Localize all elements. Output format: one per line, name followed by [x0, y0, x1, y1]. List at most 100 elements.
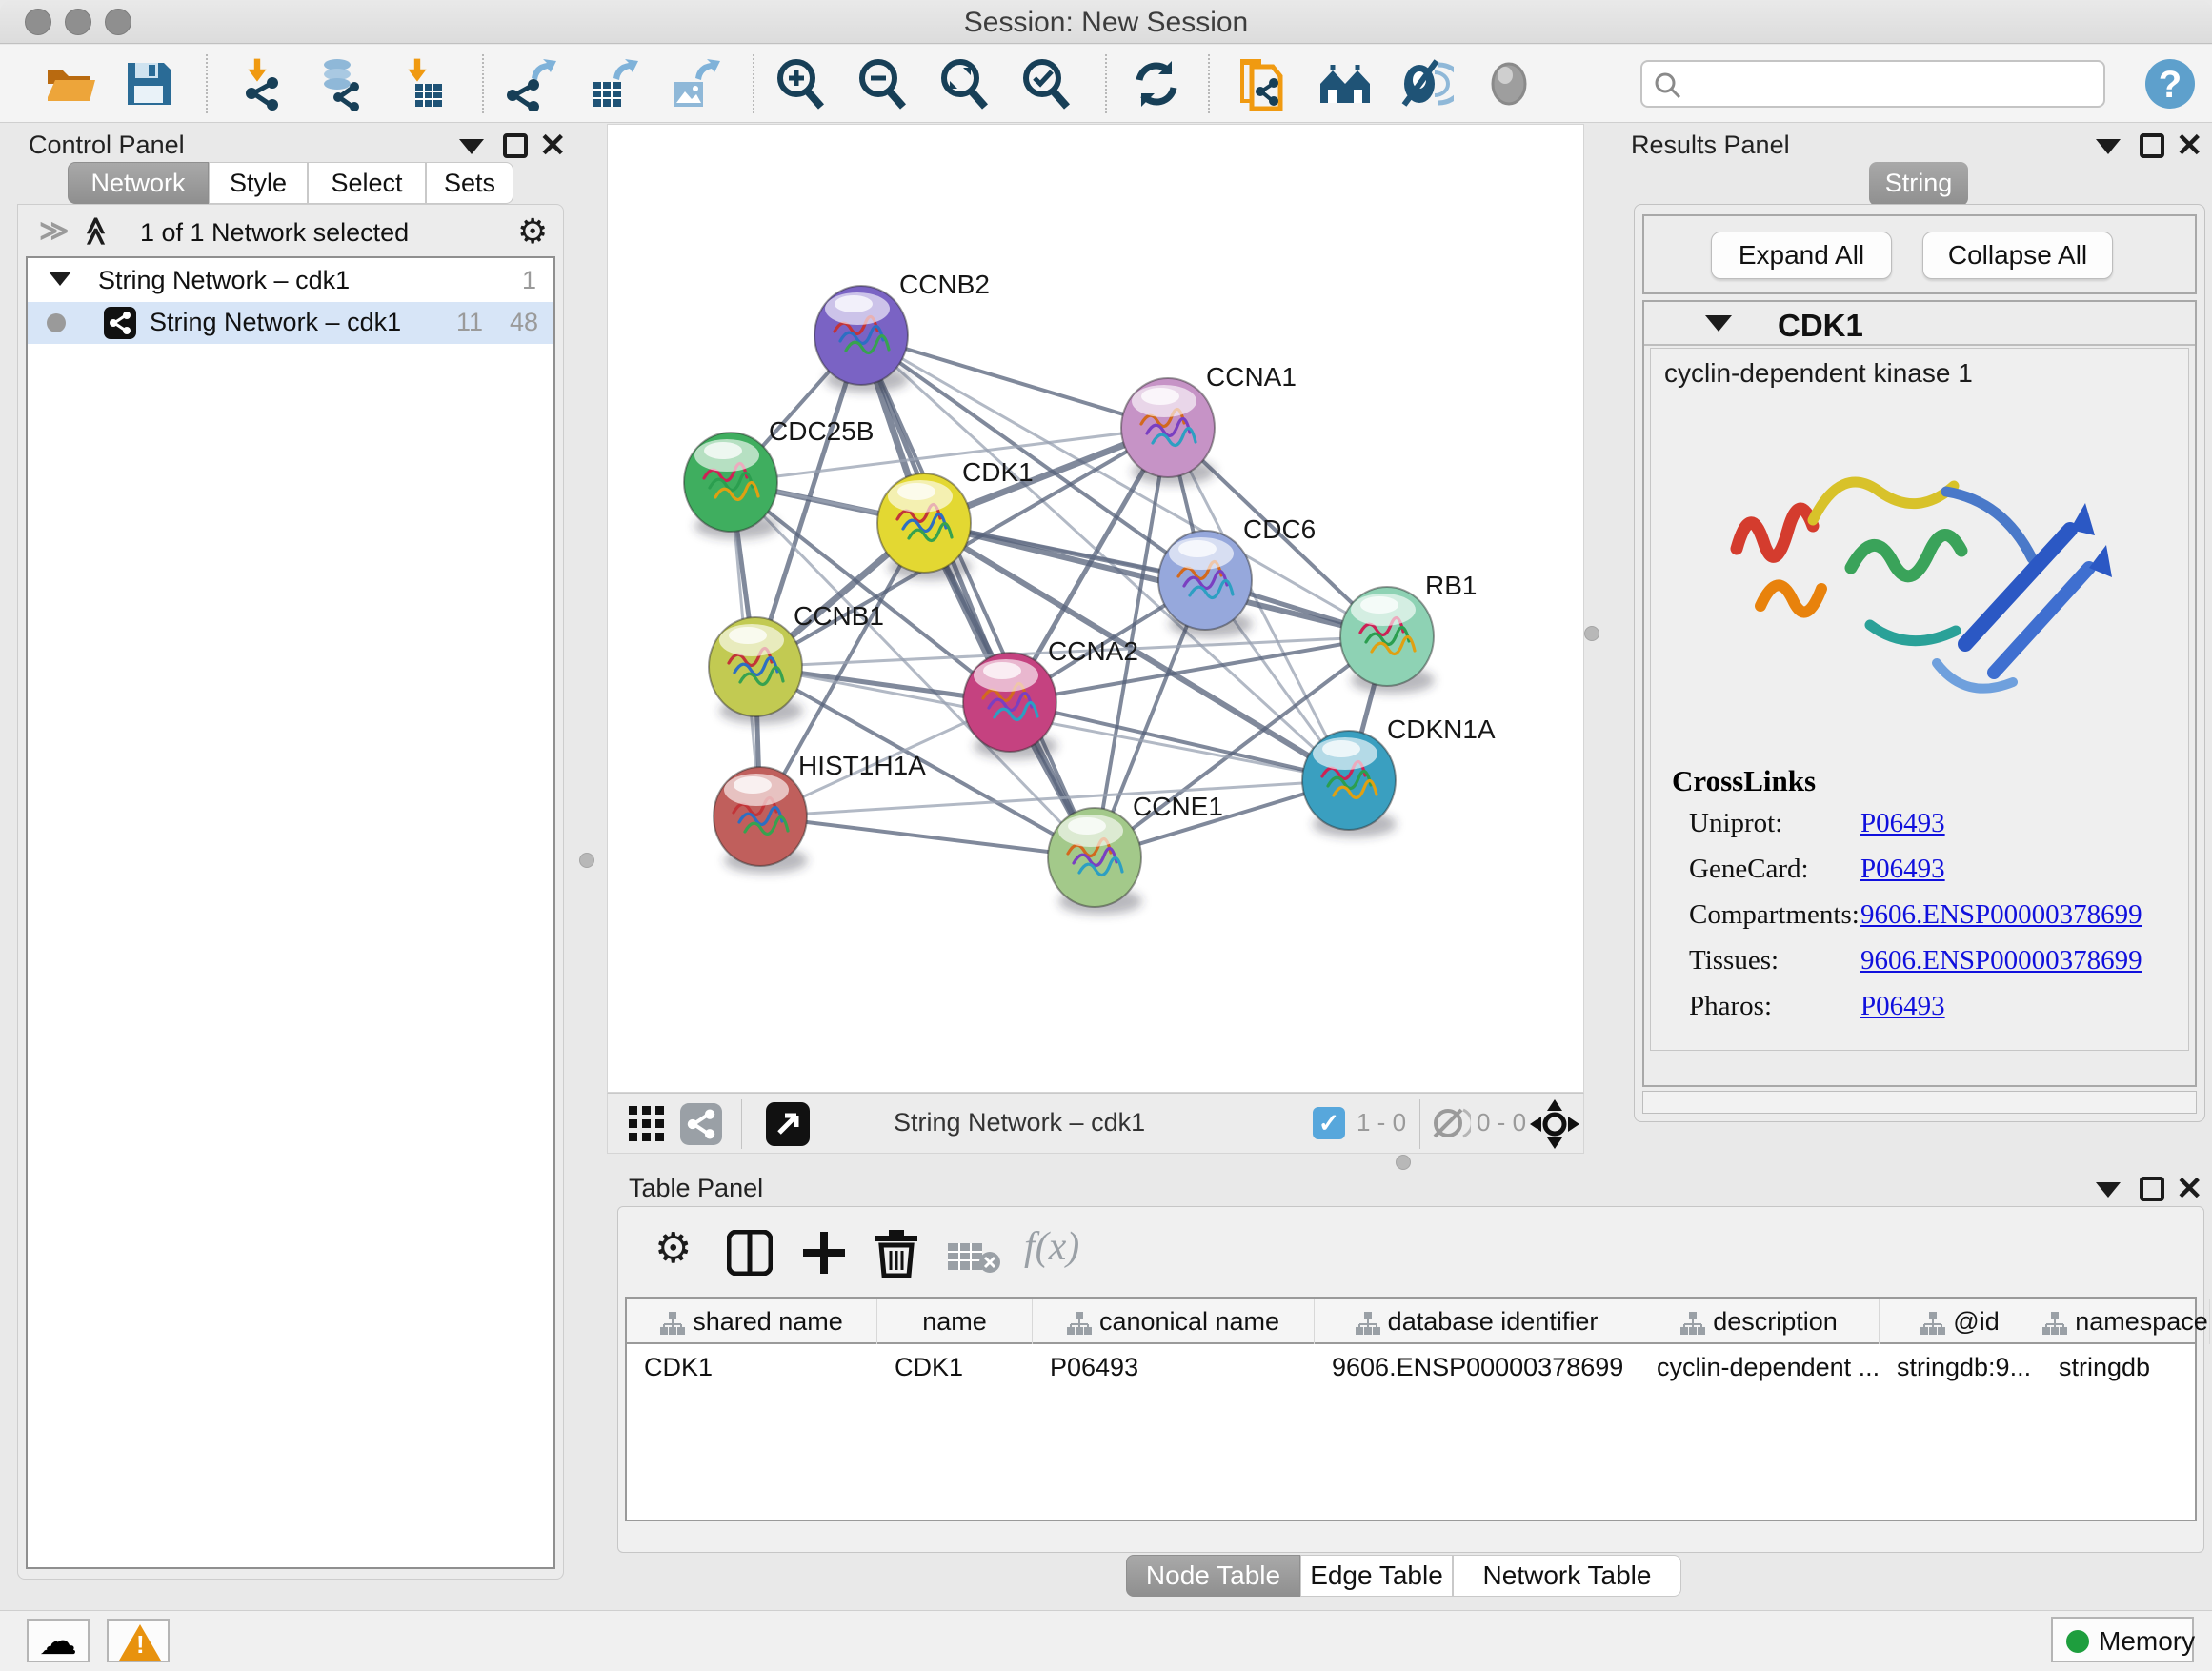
- column-network-icon: [1067, 1312, 1092, 1335]
- table-cell[interactable]: CDK1: [627, 1346, 877, 1388]
- network-node-cdk1[interactable]: [877, 473, 972, 580]
- open-folder-icon[interactable]: [44, 57, 97, 111]
- memory-button[interactable]: Memory: [2051, 1617, 2194, 1662]
- zoom-selected-icon[interactable]: [1019, 57, 1073, 111]
- control-panel-float-button[interactable]: [503, 133, 528, 158]
- expand-all-button[interactable]: Expand All: [1711, 232, 1892, 279]
- network-node-hist1h1a[interactable]: [714, 767, 808, 874]
- tab-select[interactable]: Select: [308, 162, 426, 204]
- add-column-icon[interactable]: [801, 1230, 847, 1276]
- node-label-cdkn1a: CDKN1A: [1387, 715, 1496, 744]
- table-cell[interactable]: CDK1: [877, 1346, 1033, 1388]
- zoom-in-icon[interactable]: [774, 57, 827, 111]
- network-collection-row[interactable]: String Network – cdk1 1: [28, 262, 553, 302]
- tab-node-table[interactable]: Node Table: [1126, 1555, 1300, 1597]
- delete-column-trash-icon[interactable]: [874, 1228, 919, 1278]
- collapse-all-icon[interactable]: ≫: [39, 214, 69, 248]
- results-panel: Expand All Collapse All CDK1 cyclin-depe…: [1634, 204, 2205, 1122]
- birdseye-toggle-icon[interactable]: [766, 1102, 810, 1146]
- cloud-button[interactable]: ☁: [27, 1619, 90, 1662]
- control-panel-menu-caret-icon[interactable]: [459, 139, 484, 154]
- expand-all-icon[interactable]: ≫: [79, 216, 112, 246]
- network-row-selected[interactable]: String Network – cdk1 11 48: [28, 302, 553, 344]
- tree-expand-caret-icon[interactable]: [49, 272, 71, 286]
- zoom-out-icon[interactable]: [855, 57, 909, 111]
- tab-network-table[interactable]: Network Table: [1453, 1555, 1681, 1597]
- selected-nodes-checkbox[interactable]: ✓: [1313, 1107, 1345, 1139]
- network-canvas[interactable]: CCNB2CCNA1CDC25BCDK1CDC6RB1CCNB1CCNA2CDK…: [607, 124, 1584, 1093]
- network-node-ccna2[interactable]: [963, 653, 1057, 759]
- import-database-icon[interactable]: [314, 57, 368, 111]
- table-cell[interactable]: P06493: [1033, 1346, 1315, 1388]
- column-header-description[interactable]: description: [1639, 1299, 1880, 1344]
- crosslink-link[interactable]: P06493: [1860, 854, 1945, 885]
- protein-section-header[interactable]: CDK1: [1644, 302, 2195, 346]
- network-node-rb1[interactable]: [1340, 587, 1435, 694]
- network-node-ccna1[interactable]: [1121, 378, 1216, 485]
- collapse-all-button[interactable]: Collapse All: [1922, 232, 2113, 279]
- table-cell[interactable]: 9606.ENSP00000378699: [1315, 1346, 1639, 1388]
- results-panel-float-button[interactable]: [2140, 133, 2164, 158]
- help-icon[interactable]: ?: [2143, 57, 2197, 111]
- tab-style[interactable]: Style: [209, 162, 308, 204]
- results-panel-close-button[interactable]: ✕: [2176, 133, 2203, 158]
- column-header-namespace[interactable]: namespace: [2041, 1299, 2210, 1344]
- table-panel-menu-caret-icon[interactable]: [2096, 1182, 2121, 1198]
- bottom-splitter-handle[interactable]: [1396, 1155, 1411, 1170]
- network-view-icon[interactable]: [680, 1103, 722, 1145]
- grayscale-icon[interactable]: [1482, 57, 1536, 111]
- crosslink-link[interactable]: 9606.ENSP00000378699: [1860, 899, 2142, 931]
- table-cell[interactable]: stringdb: [2041, 1346, 2210, 1388]
- network-graph[interactable]: CCNB2CCNA1CDC25BCDK1CDC6RB1CCNB1CCNA2CDK…: [608, 125, 1585, 1094]
- tab-edge-table[interactable]: Edge Table: [1300, 1555, 1453, 1597]
- network-node-cdc6[interactable]: [1158, 531, 1253, 637]
- control-panel-title: Control Panel: [29, 131, 185, 160]
- results-panel-menu-caret-icon[interactable]: [2096, 139, 2121, 154]
- column-header-shared-name[interactable]: shared name: [627, 1299, 877, 1344]
- column-header-canonical-name[interactable]: canonical name: [1033, 1299, 1315, 1344]
- control-panel-close-button[interactable]: ✕: [539, 133, 567, 158]
- hide-selected-icon[interactable]: [1400, 57, 1454, 111]
- tab-network[interactable]: Network: [68, 162, 209, 204]
- show-columns-icon[interactable]: [727, 1230, 773, 1276]
- column-header-database-identifier[interactable]: database identifier: [1315, 1299, 1639, 1344]
- export-table-icon[interactable]: [585, 57, 638, 111]
- network-node-ccne1[interactable]: [1048, 808, 1142, 915]
- crosslink-link[interactable]: P06493: [1860, 808, 1945, 839]
- gear-icon[interactable]: ⚙: [517, 214, 548, 249]
- tab-sets[interactable]: Sets: [426, 162, 513, 204]
- import-network-icon[interactable]: [234, 57, 288, 111]
- table-panel-close-button[interactable]: ✕: [2176, 1177, 2203, 1201]
- section-collapse-caret-icon[interactable]: [1705, 315, 1732, 332]
- results-scrollbar[interactable]: [1642, 1091, 2197, 1114]
- zoom-fit-icon[interactable]: [937, 57, 991, 111]
- crosslink-link[interactable]: 9606.ENSP00000378699: [1860, 945, 2142, 976]
- network-node-cdkn1a[interactable]: [1302, 731, 1397, 837]
- network-node-ccnb1[interactable]: [709, 617, 803, 724]
- tab-string[interactable]: String: [1869, 162, 1968, 206]
- network-node-ccnb2[interactable]: [814, 286, 909, 393]
- table-cell[interactable]: cyclin-dependent ...: [1639, 1346, 1880, 1388]
- import-table-icon[interactable]: [394, 57, 448, 111]
- grid-view-icon[interactable]: [629, 1106, 665, 1142]
- export-image-icon[interactable]: [667, 57, 720, 111]
- search-input[interactable]: [1692, 66, 2092, 102]
- network-node-cdc25b[interactable]: [684, 433, 778, 539]
- show-all-icon[interactable]: [1318, 57, 1372, 111]
- table-panel-float-button[interactable]: [2140, 1177, 2164, 1201]
- warnings-button[interactable]: !: [107, 1619, 170, 1662]
- export-network-icon[interactable]: [503, 57, 556, 111]
- clone-network-icon[interactable]: [1235, 57, 1288, 111]
- crosslink-link[interactable]: P06493: [1860, 991, 1945, 1022]
- table-settings-gear-icon[interactable]: ⚙: [654, 1232, 692, 1266]
- column-header--id[interactable]: @id: [1880, 1299, 2041, 1344]
- column-header-name[interactable]: name: [877, 1299, 1033, 1344]
- results-panel-title: Results Panel: [1631, 131, 1790, 160]
- left-splitter-handle[interactable]: [579, 853, 594, 868]
- right-splitter-handle[interactable]: [1584, 626, 1599, 641]
- fit-content-crosshair-icon[interactable]: [1530, 1099, 1579, 1149]
- refresh-icon[interactable]: [1130, 57, 1183, 111]
- save-icon[interactable]: [122, 57, 175, 111]
- hidden-eye-icon[interactable]: [1431, 1108, 1471, 1138]
- table-cell[interactable]: stringdb:9...: [1880, 1346, 2041, 1388]
